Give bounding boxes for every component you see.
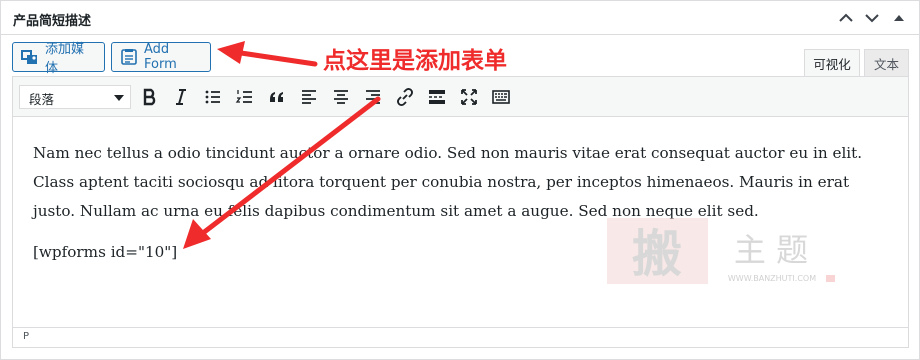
- format-select-value: 段落: [29, 92, 55, 107]
- editor-paragraph[interactable]: Nam nec tellus a odio tincidunt auctor a…: [33, 139, 893, 226]
- annotation-text: 点这里是添加表单: [323, 48, 507, 74]
- panel-header: 产品简短描述: [1, 1, 919, 35]
- annotation-arrow-to-add-form: [217, 41, 318, 67]
- editor-statusbar: P: [13, 327, 908, 347]
- chevron-down-icon[interactable]: [863, 9, 881, 27]
- wpforms-shortcode[interactable]: [wpforms id="10"]: [33, 243, 177, 261]
- chevron-up-icon[interactable]: [837, 9, 855, 27]
- add-media-button[interactable]: 添加媒体: [12, 42, 105, 76]
- read-more-icon[interactable]: [427, 87, 447, 107]
- caret-down-icon: [114, 95, 124, 101]
- blockquote-icon[interactable]: [267, 87, 287, 107]
- numbered-list-icon[interactable]: [235, 87, 255, 107]
- align-right-icon[interactable]: [363, 87, 383, 107]
- media-icon: [21, 48, 39, 66]
- bullet-list-icon[interactable]: [203, 87, 223, 107]
- product-short-description-panel: 产品简短描述 添加媒体 Add Form 点这里是添加表单 可视化 文本 段落 …: [0, 0, 920, 360]
- add-media-label: 添加媒体: [45, 42, 85, 76]
- panel-title: 产品简短描述: [13, 14, 92, 29]
- link-icon[interactable]: [395, 87, 415, 107]
- tab-text[interactable]: 文本: [864, 49, 909, 76]
- bold-icon[interactable]: [140, 87, 160, 107]
- align-center-icon[interactable]: [331, 87, 351, 107]
- tab-visual[interactable]: 可视化: [804, 49, 860, 77]
- add-form-label: Add Form: [144, 42, 177, 72]
- form-icon: [120, 48, 138, 66]
- italic-icon[interactable]: [171, 87, 191, 107]
- arrowhead-icon: [217, 41, 245, 64]
- format-select[interactable]: 段落: [19, 85, 131, 109]
- toolbar-toggle-icon[interactable]: [491, 87, 511, 107]
- editor-toolbar: 段落: [13, 77, 908, 117]
- align-left-icon[interactable]: [299, 87, 319, 107]
- add-form-button[interactable]: Add Form: [111, 42, 211, 72]
- fullscreen-icon[interactable]: [459, 87, 479, 107]
- editor: 段落 Nam nec tellus a odio tincidunt aucto…: [12, 76, 909, 348]
- triangle-up-icon[interactable]: [890, 9, 908, 27]
- element-path[interactable]: P: [23, 331, 29, 342]
